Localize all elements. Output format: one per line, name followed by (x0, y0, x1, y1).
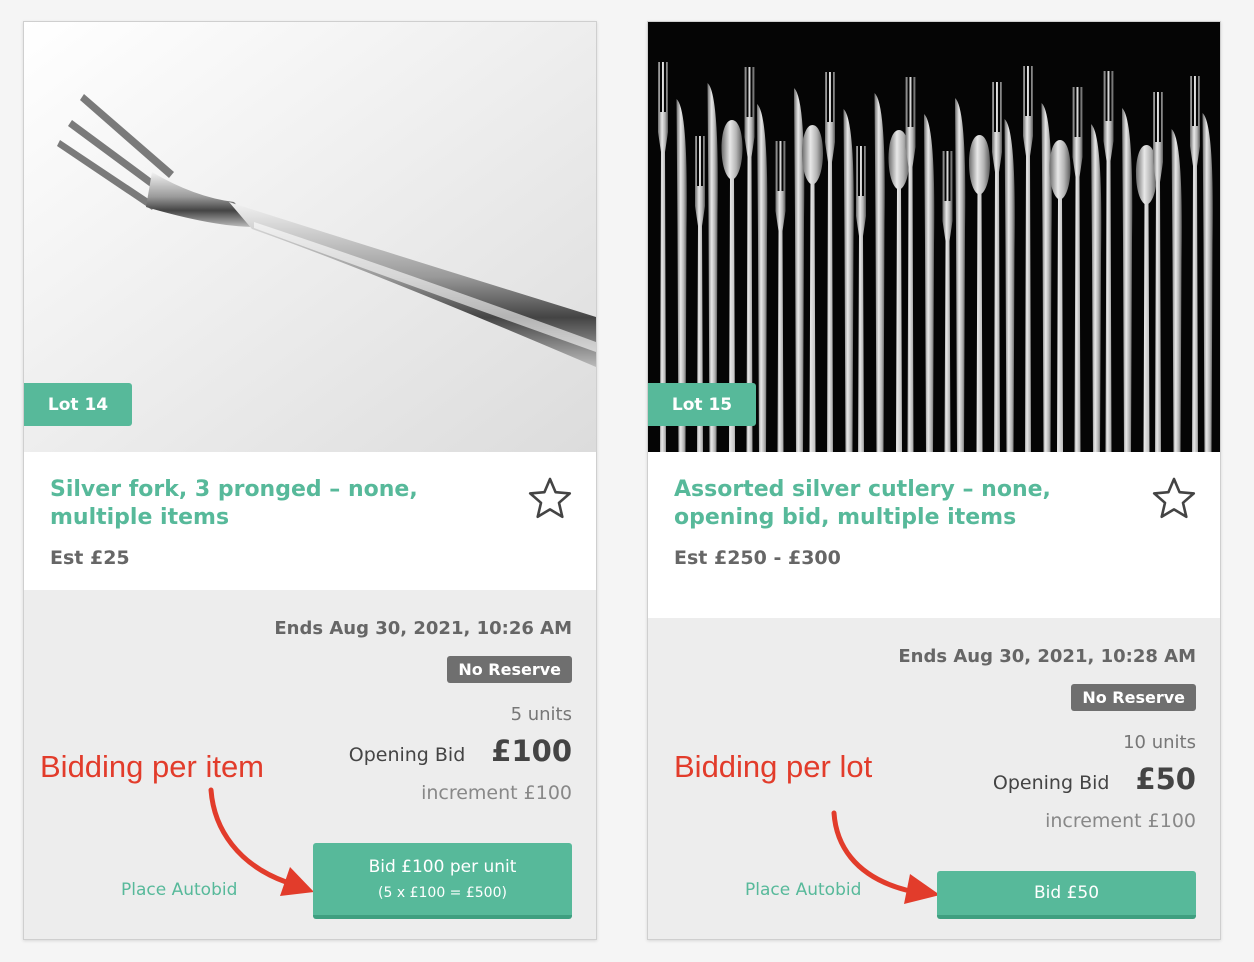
lot-estimate: Est £25 (50, 547, 130, 569)
place-autobid-link[interactable]: Place Autobid (745, 880, 861, 900)
opening-bid-amount: £100 (491, 734, 572, 768)
bid-button[interactable]: Bid £50 (937, 871, 1196, 919)
opening-bid-amount: £50 (1135, 762, 1196, 796)
star-icon[interactable] (527, 476, 573, 520)
bid-button-label: Bid £50 (1033, 883, 1100, 903)
unit-count: 5 units (510, 704, 572, 725)
star-icon[interactable] (1151, 476, 1197, 520)
opening-bid-row: Opening Bid £50 (993, 762, 1196, 796)
end-time: Ends Aug 30, 2021, 10:26 AM (274, 618, 572, 639)
lot-number-badge: Lot 14 (24, 383, 132, 426)
lot-title[interactable]: Assorted silver cutlery – none, opening … (674, 476, 1114, 532)
bid-button[interactable]: Bid £100 per unit (5 x £100 = £500) (313, 843, 572, 919)
lot-card[interactable]: Lot 14 Silver fork, 3 pronged – none, mu… (23, 21, 597, 940)
unit-count: 10 units (1123, 732, 1196, 753)
reserve-badge: No Reserve (1071, 684, 1196, 711)
bid-panel: Ends Aug 30, 2021, 10:26 AM No Reserve 5… (24, 590, 596, 939)
lot-info: Assorted silver cutlery – none, opening … (648, 452, 1220, 618)
bid-increment: increment £100 (421, 782, 572, 804)
lot-info: Silver fork, 3 pronged – none, multiple … (24, 452, 596, 590)
bid-button-total: (5 x £100 = £500) (378, 885, 507, 901)
annotation-text: Bidding per item (40, 749, 265, 784)
bid-increment: increment £100 (1045, 810, 1196, 832)
opening-bid-label: Opening Bid (992, 772, 1110, 794)
end-time: Ends Aug 30, 2021, 10:28 AM (898, 646, 1196, 667)
lot-card[interactable]: Lot 15 Assorted silver cutlery – none, o… (647, 21, 1221, 940)
bid-button-label: Bid £100 per unit (368, 857, 517, 877)
opening-bid-row: Opening Bid £100 (349, 734, 572, 768)
annotation-text: Bidding per lot (674, 749, 873, 784)
lot-title[interactable]: Silver fork, 3 pronged – none, multiple … (50, 476, 490, 532)
opening-bid-label: Opening Bid (348, 744, 466, 766)
lot-estimate: Est £250 - £300 (674, 547, 841, 569)
lot-number-badge: Lot 15 (648, 383, 756, 426)
place-autobid-link[interactable]: Place Autobid (121, 880, 237, 900)
bid-panel: Ends Aug 30, 2021, 10:28 AM No Reserve 1… (648, 618, 1220, 939)
reserve-badge: No Reserve (447, 656, 572, 683)
